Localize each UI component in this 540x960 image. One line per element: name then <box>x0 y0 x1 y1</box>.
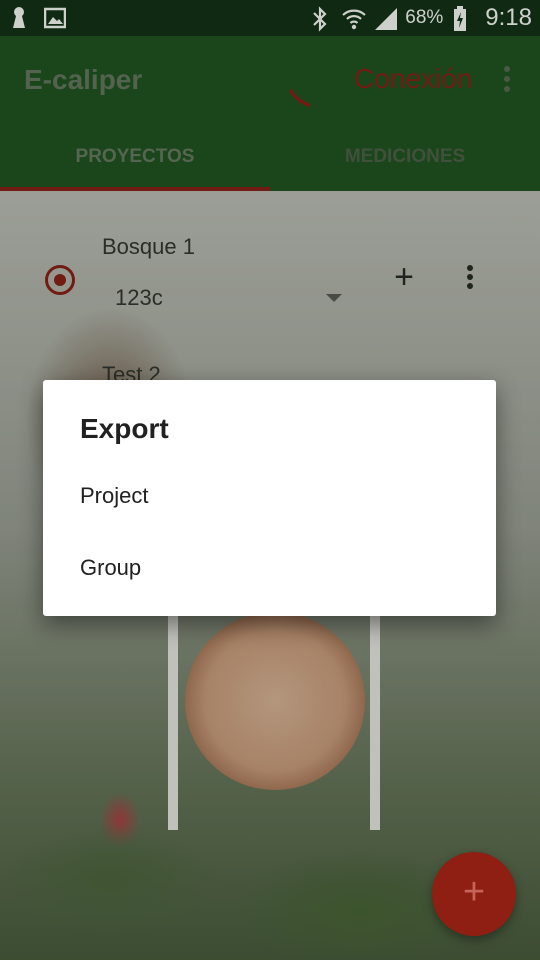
export-group-option[interactable]: Group <box>43 536 496 600</box>
plus-icon: + <box>462 871 486 913</box>
dialog-title: Export <box>80 413 169 444</box>
export-dialog: Export Project Group <box>43 380 496 616</box>
export-project-option[interactable]: Project <box>43 464 496 528</box>
add-project-fab[interactable]: + <box>432 852 516 936</box>
